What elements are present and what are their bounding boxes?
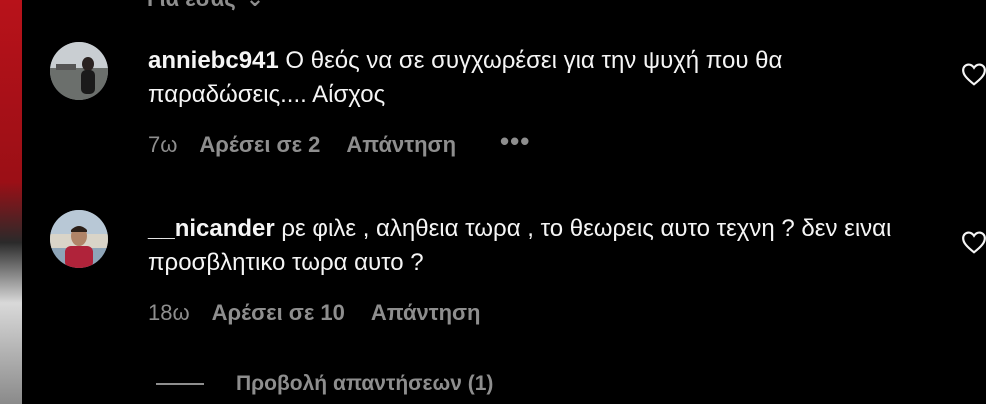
heart-outline-icon[interactable] [961, 62, 986, 86]
comment-meta: 18ω Αρέσει σε 10 Απάντηση [148, 300, 525, 326]
view-replies-button[interactable]: Προβολή απαντήσεων (1) [156, 372, 493, 396]
comment-username[interactable]: __nicander [148, 215, 275, 242]
background-image-edge [0, 0, 22, 404]
avatar[interactable] [50, 210, 108, 268]
comment-time: 7ω [148, 132, 178, 157]
comments-panel: Για εσάς ⌄ anniebc941 Ο θεός να σε συγχωρ… [0, 0, 986, 404]
section-header-label: Για εσάς [147, 0, 236, 11]
more-options-icon[interactable]: ••• [500, 128, 530, 154]
section-header[interactable]: Για εσάς ⌄ [147, 0, 264, 11]
comment-username[interactable]: anniebc941 [148, 47, 279, 74]
chevron-down-icon: ⌄ [246, 0, 264, 12]
comment-time: 18ω [148, 300, 190, 325]
comment-likes[interactable]: Αρέσει σε 2 [199, 132, 320, 158]
comment-text: __nicander ρε φιλε , αληθεια τωρα , το θ… [148, 212, 928, 280]
divider [156, 383, 204, 385]
view-replies-label: Προβολή απαντήσεων (1) [236, 372, 494, 395]
comment-text: anniebc941 Ο θεός να σε συγχωρέσει για τ… [148, 44, 928, 112]
comment-item: __nicander ρε φιλε , αληθεια τωρα , το θ… [50, 210, 986, 340]
reply-button[interactable]: Απάντηση [346, 132, 456, 158]
heart-outline-icon[interactable] [961, 230, 986, 254]
reply-button[interactable]: Απάντηση [371, 300, 481, 326]
comment-item: anniebc941 Ο θεός να σε συγχωρέσει για τ… [50, 42, 986, 172]
comment-likes[interactable]: Αρέσει σε 10 [212, 300, 345, 326]
avatar[interactable] [50, 42, 108, 100]
comment-meta: 7ω Αρέσει σε 2 Απάντηση ••• [148, 128, 530, 158]
